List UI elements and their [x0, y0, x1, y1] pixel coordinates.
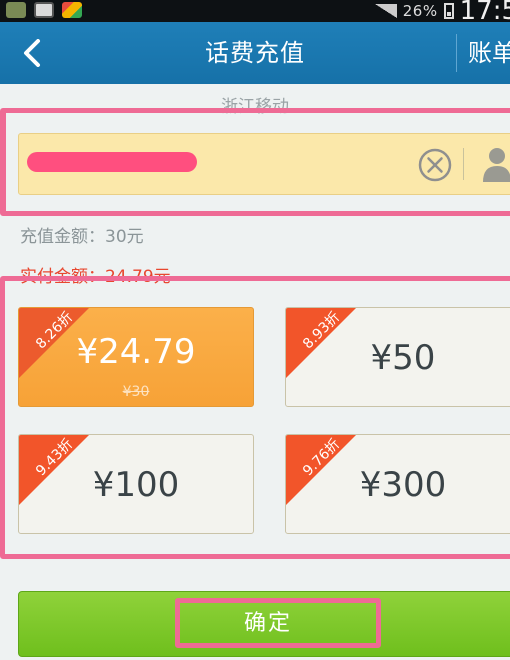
- highlight-options-area: [0, 276, 510, 559]
- status-bar: 26% 17:5: [0, 0, 510, 22]
- battery-icon: [443, 3, 454, 19]
- recharge-amount-label: 充值金额：: [20, 227, 105, 247]
- highlight-phone-area: [0, 108, 510, 216]
- image-icon: [34, 2, 54, 18]
- header-divider: [456, 34, 457, 72]
- clock: 17:5: [459, 0, 510, 22]
- notification-icons: [6, 2, 82, 20]
- signal-icon: [374, 4, 397, 18]
- page-title: 话费充值: [205, 39, 305, 67]
- recharge-amount-value: 30元: [105, 227, 144, 247]
- android-icon: [6, 2, 26, 18]
- recharge-amount: 充值金额：30元: [20, 222, 144, 247]
- app-icon: [62, 2, 82, 18]
- title-bar: 话费充值 账单: [0, 22, 510, 84]
- highlight-confirm-area: [175, 598, 381, 648]
- status-right: 26% 17:5: [374, 0, 510, 22]
- bill-link[interactable]: 账单: [468, 22, 510, 84]
- battery-percent: 26%: [402, 2, 438, 20]
